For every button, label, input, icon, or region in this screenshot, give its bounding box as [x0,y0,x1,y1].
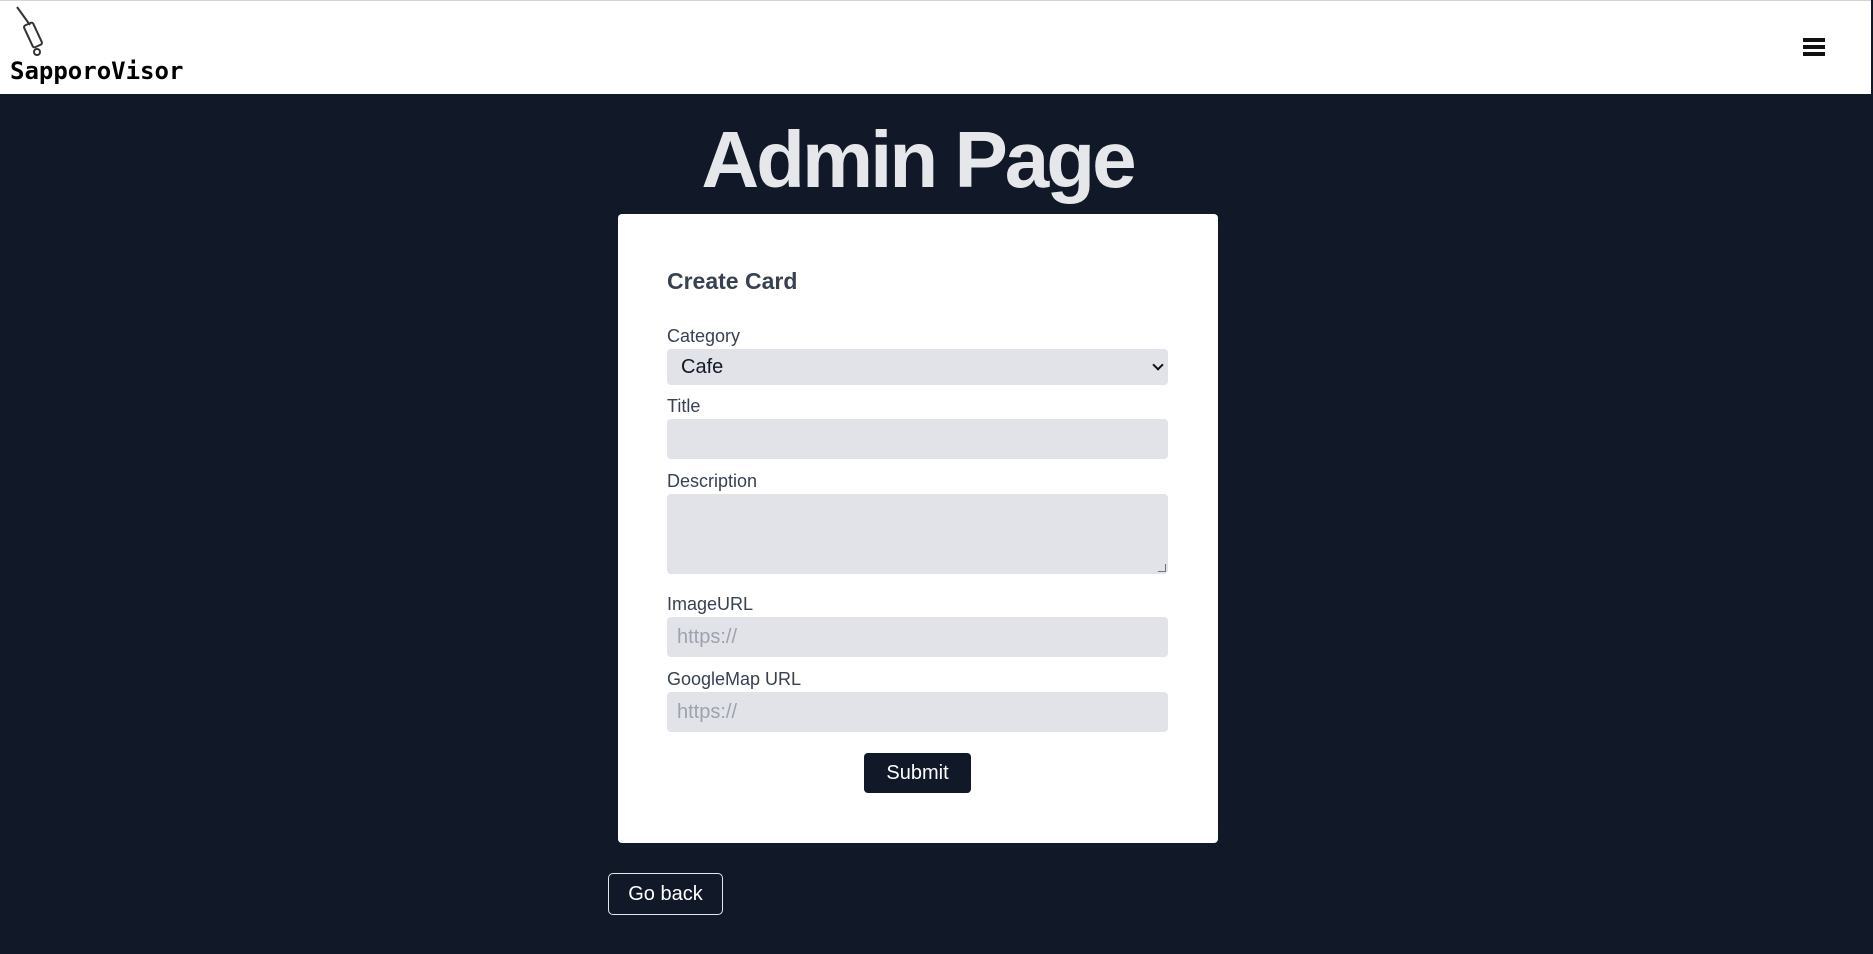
googlemap-url-label: GoogleMap URL [667,669,802,689]
description-textarea[interactable] [667,494,1168,574]
title-input[interactable] [667,419,1168,459]
create-card-form: Create Card Category Cafe Title Descript… [618,214,1218,843]
image-url-label: ImageURL [667,594,754,614]
description-label: Description [667,471,758,491]
hamburger-menu-icon[interactable] [1798,33,1830,61]
category-select[interactable]: Cafe [667,349,1168,385]
chevron-down-icon [1152,359,1164,371]
top-navbar: SapporoVisor [0,0,1871,94]
go-back-button[interactable]: Go back [608,873,723,915]
page-title: Admin Page [701,115,1136,204]
category-label: Category [667,326,741,346]
submit-button[interactable]: Submit [864,753,971,793]
title-label: Title [667,396,701,416]
category-selected-value: Cafe [681,355,724,378]
form-title: Create Card [667,268,798,294]
suitcase-cart-icon[interactable] [12,5,56,57]
brand-name[interactable]: SapporoVisor [10,57,183,85]
googlemap-url-input[interactable] [667,692,1168,732]
image-url-input[interactable] [667,617,1168,657]
